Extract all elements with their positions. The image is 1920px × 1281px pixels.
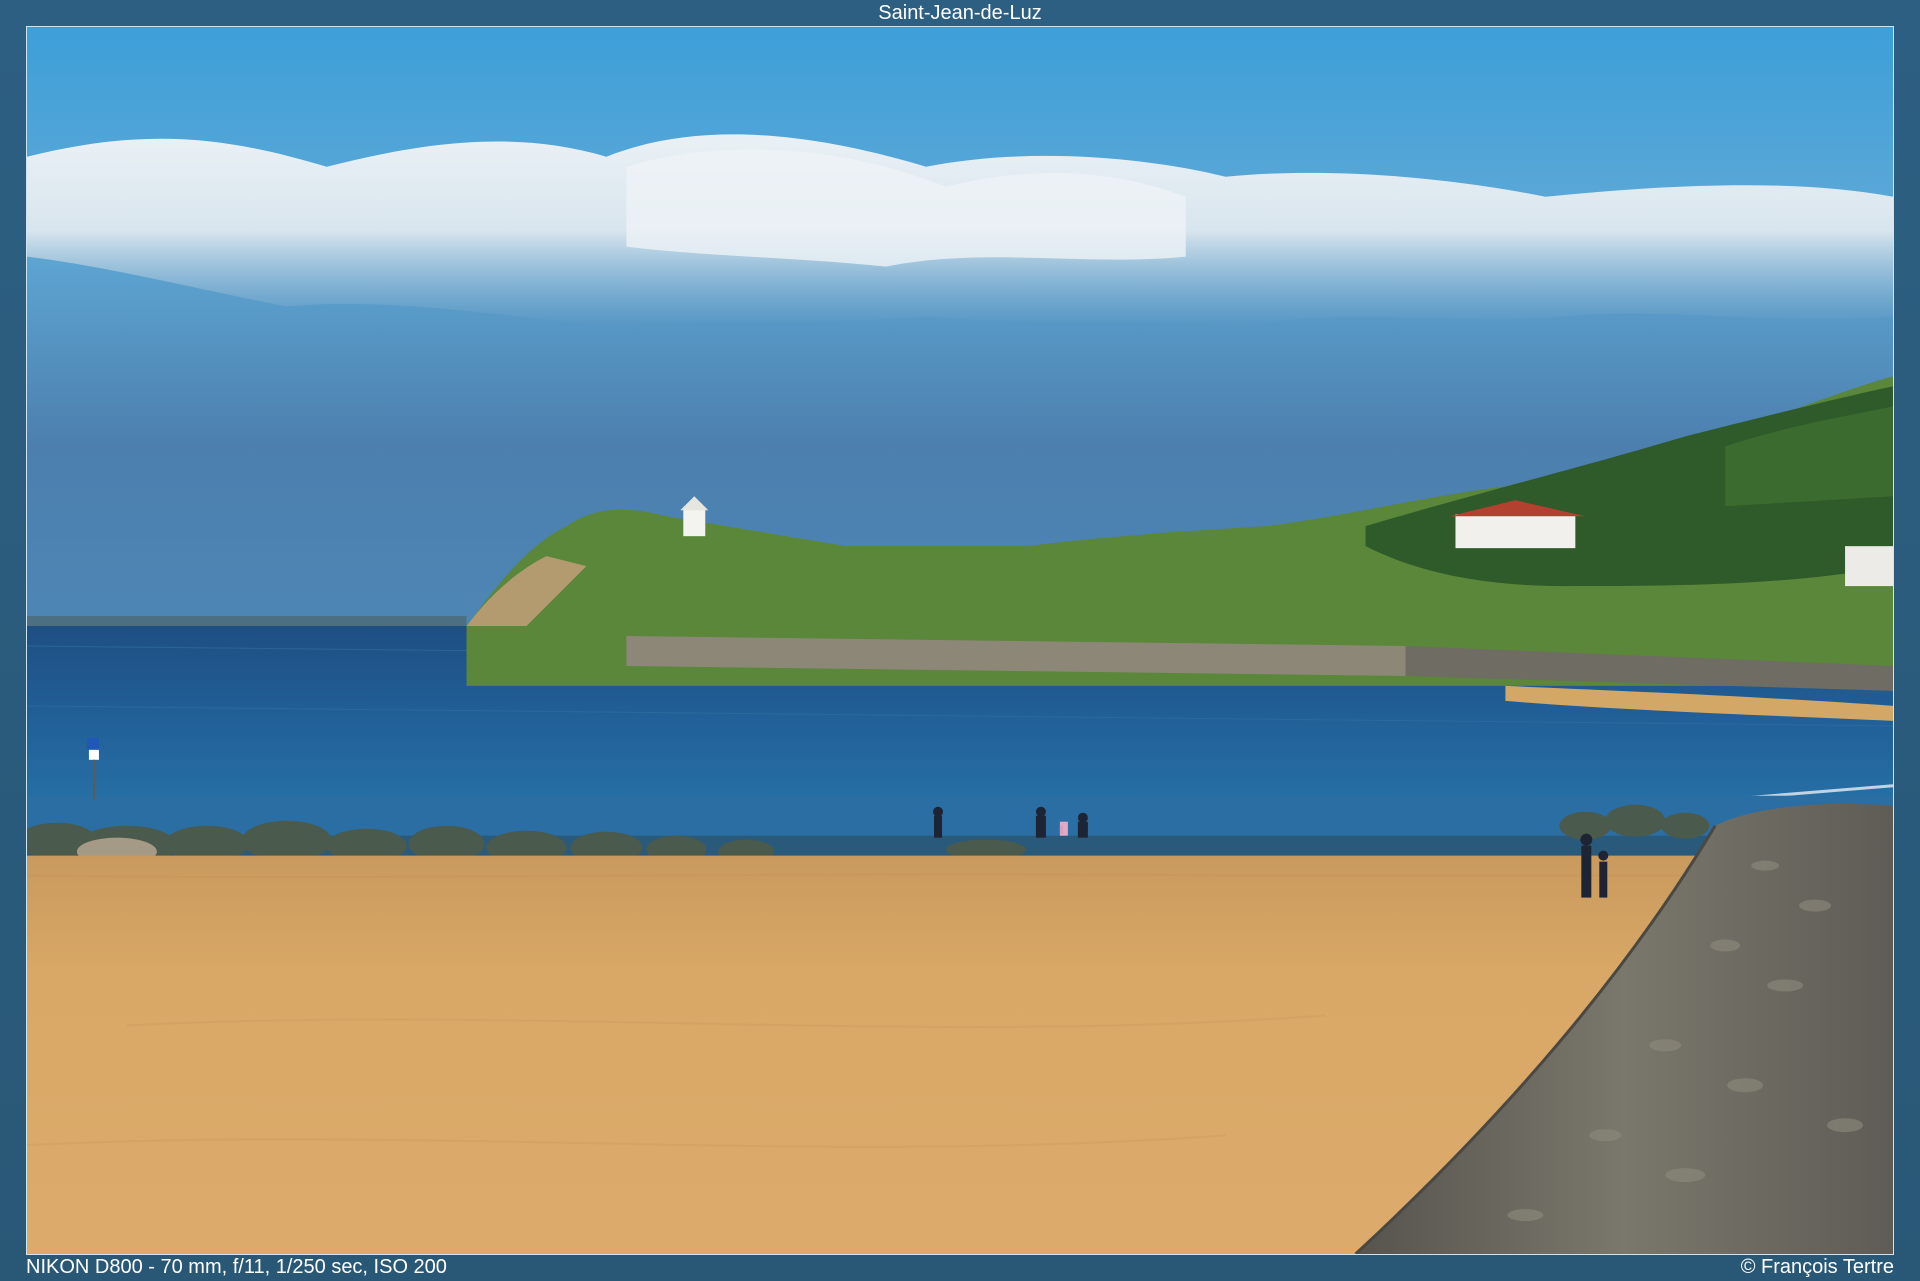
beach-sign (86, 737, 99, 750)
chapel (683, 508, 706, 537)
villa (1455, 514, 1576, 549)
copyright-caption: © François Tertre (1740, 1256, 1894, 1278)
exif-caption: NIKON D800 - 70 mm, f/11, 1/250 sec, ISO… (26, 1256, 447, 1278)
photo (26, 26, 1894, 1255)
photo-frame: Saint-Jean-de-Luz NIKON D800 - 70 mm, f/… (0, 0, 1920, 1281)
breakwater (27, 616, 467, 627)
beach-photo-illustration (27, 27, 1893, 1254)
photo-title: Saint-Jean-de-Luz (878, 2, 1042, 24)
